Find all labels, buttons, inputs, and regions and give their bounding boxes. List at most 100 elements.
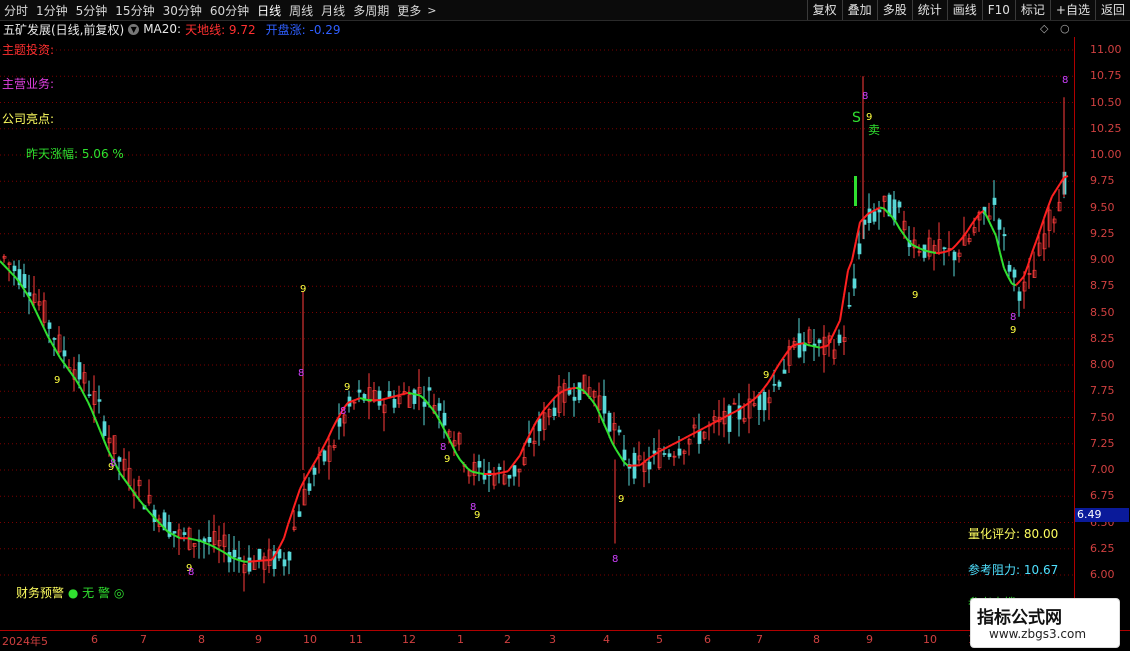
price-tick: 9.75 [1090,174,1115,187]
signal-eight: 8 [612,554,618,565]
month-label: 2024年5 [2,633,48,649]
chevron-right-icon[interactable]: > [427,4,436,17]
candle-body [63,351,66,356]
price-tick: 7.25 [1090,437,1115,450]
period-tab-7[interactable]: 周线 [285,2,317,19]
period-tab-0[interactable]: 分时 [0,2,32,19]
ma20-segment [660,449,664,451]
candle-body [118,458,121,462]
ma20-segment [500,472,504,473]
ma20-segment [1004,268,1008,276]
ma20-segment [524,438,528,446]
ma20-segment [684,436,688,438]
ma20-segment [688,434,692,436]
candle-body [513,466,516,477]
chevron-down-icon[interactable]: ▼ [128,24,139,35]
tool-button-5[interactable]: F10 [982,0,1015,20]
ma20-segment [968,224,972,230]
ma20-segment [88,402,92,411]
period-tab-6[interactable]: 日线 [253,2,285,19]
candle-body [993,198,996,204]
tool-button-2[interactable]: 多股 [877,0,912,20]
candle-body [358,390,361,392]
watermark-url: www.zbgs3.com [989,627,1086,641]
month-label: 2 [504,633,511,646]
period-tab-2[interactable]: 5分钟 [72,2,112,19]
candlestick-chart[interactable]: 9999999999998888888888S卖 [0,37,1074,630]
date-axis: 2024年567891011121234567891011 [0,630,1130,651]
site-watermark: 指标公式网 www.zbgs3.com [970,598,1120,648]
period-tab-4[interactable]: 30分钟 [159,2,206,19]
ma20-segment [608,433,612,442]
signal-eight: 8 [110,458,116,469]
price-tick: 10.25 [1090,122,1122,135]
period-tabs: 分时1分钟5分钟15分钟30分钟60分钟日线周线月线多周期更多 [0,2,425,19]
signal-green-bar [854,176,857,206]
candle-body [388,391,391,396]
ma20-segment [328,429,332,438]
candle-body [1003,234,1006,235]
period-tab-10[interactable]: 更多 [393,2,425,19]
signal-eight: 8 [1062,75,1068,86]
ma20-segment [896,222,900,229]
signal-nine: 9 [1010,325,1016,336]
candle-body [798,334,801,357]
signal-nine: 9 [763,370,769,381]
ma20-segment [700,428,704,430]
period-tab-5[interactable]: 60分钟 [206,2,253,19]
ma20-segment [392,396,396,397]
ma20-label: MA20: [143,22,181,36]
tool-button-4[interactable]: 画线 [947,0,982,20]
circle-icon[interactable]: ○ [1060,22,1070,35]
candle-body [323,451,326,461]
price-tick: 6.75 [1090,489,1115,502]
tool-button-0[interactable]: 复权 [807,0,842,20]
candle-body [553,408,556,416]
candle-body [338,418,341,426]
stock-title[interactable]: 五矿发展(日线,前复权) [3,21,124,38]
ma20-segment [988,219,992,227]
tool-button-3[interactable]: 统计 [912,0,947,20]
period-tab-3[interactable]: 15分钟 [111,2,158,19]
ma20-segment [848,261,852,271]
candle-body [283,560,286,566]
candle-body [53,338,56,339]
ma20-segment [444,429,448,437]
signal-nine: 9 [912,290,918,301]
ma20-segment [544,405,548,410]
candle-body [423,402,426,406]
candle-body [953,252,956,260]
period-tab-9[interactable]: 多周期 [349,2,393,19]
ma20-segment [192,539,196,540]
ma20-segment [80,387,84,395]
diamond-icon[interactable]: ◇ [1040,22,1048,35]
ma20-segment [148,511,152,516]
candle-body [183,533,186,535]
tool-button-1[interactable]: 叠加 [842,0,877,20]
ma20-segment [60,358,64,364]
ma20-segment [204,542,208,544]
ma20-segment [640,462,644,465]
tool-button-6[interactable]: 标记 [1015,0,1050,20]
ma20-segment [744,404,748,407]
period-tab-8[interactable]: 月线 [317,2,349,19]
ma20-segment [4,265,8,269]
month-label: 6 [704,633,711,646]
candle-body [608,413,611,431]
tool-button-7[interactable]: +自选 [1050,0,1095,20]
ma20-segment [324,438,328,446]
month-label: 8 [198,633,205,646]
ma20-segment [304,474,308,481]
tool-button-8[interactable]: 返回 [1095,0,1130,20]
candle-body [1008,265,1011,271]
period-tab-1[interactable]: 1分钟 [32,2,72,19]
candle-body [778,382,781,386]
ma20-segment [400,394,404,395]
ma20-segment [508,466,512,471]
ma20-segment [224,552,228,555]
ma20-segment [476,473,480,474]
ma20-segment [1052,190,1056,196]
month-label: 10 [303,633,317,646]
candle-body [853,279,856,288]
ma20-segment [952,245,956,249]
